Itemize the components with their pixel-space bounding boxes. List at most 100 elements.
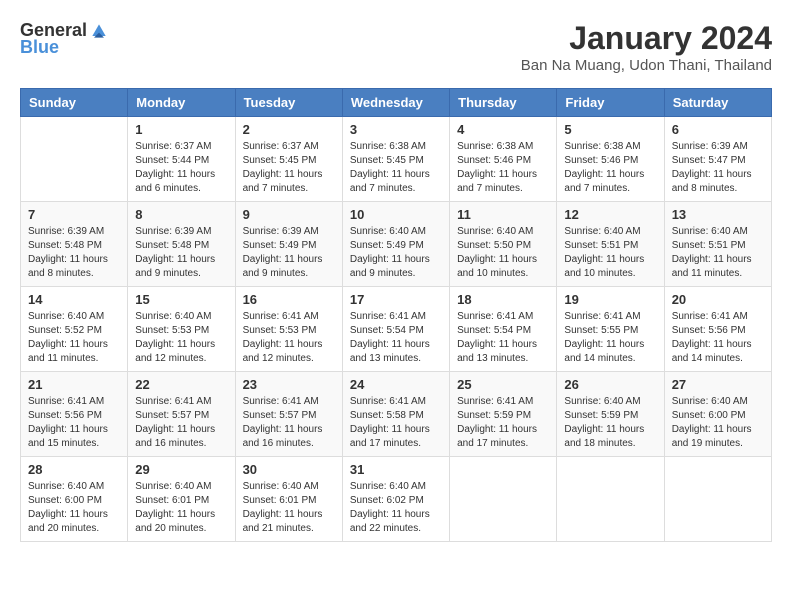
logo-icon xyxy=(89,21,109,41)
day-number: 16 xyxy=(243,292,335,307)
calendar-cell: 9 Sunrise: 6:39 AM Sunset: 5:49 PM Daylig… xyxy=(235,202,342,287)
calendar-cell: 31Sunrise: 6:40 AM Sunset: 6:02 PM Dayli… xyxy=(342,457,449,542)
day-info: Sunrise: 6:41 AM Sunset: 5:59 PM Dayligh… xyxy=(457,395,549,451)
calendar-cell: 21 Sunrise: 6:41 AM Sunset: 5:56 PM Dayli… xyxy=(21,372,128,457)
day-info: Sunrise: 6:40 AM Sunset: 5:53 PM Dayligh… xyxy=(135,310,227,366)
day-info: Sunrise: 6:41 AM Sunset: 5:56 PM Dayligh… xyxy=(672,310,764,366)
calendar-cell: 4Sunrise: 6:38 AM Sunset: 5:46 PM Daylig… xyxy=(450,117,557,202)
day-info: Sunrise: 6:41 AM Sunset: 5:54 PM Dayligh… xyxy=(350,310,442,366)
day-info: Sunrise: 6:38 AM Sunset: 5:45 PM Dayligh… xyxy=(350,140,442,196)
day-number: 12 xyxy=(564,207,656,222)
day-number: 26 xyxy=(564,377,656,392)
day-number: 6 xyxy=(672,122,764,137)
day-info: Sunrise: 6:40 AM Sunset: 6:01 PM Dayligh… xyxy=(135,480,227,536)
day-info: Sunrise: 6:39 AM Sunset: 5:47 PM Dayligh… xyxy=(672,140,764,196)
calendar-day-header: Friday xyxy=(557,89,664,117)
day-info: Sunrise: 6:41 AM Sunset: 5:54 PM Dayligh… xyxy=(457,310,549,366)
day-info: Sunrise: 6:39 AM Sunset: 5:48 PM Dayligh… xyxy=(135,225,227,281)
subtitle: Ban Na Muang, Udon Thani, Thailand xyxy=(521,57,772,74)
page-header: General Blue January 2024 Ban Na Muang, … xyxy=(20,20,772,74)
day-info: Sunrise: 6:41 AM Sunset: 5:58 PM Dayligh… xyxy=(350,395,442,451)
day-info: Sunrise: 6:41 AM Sunset: 5:57 PM Dayligh… xyxy=(243,395,335,451)
day-info: Sunrise: 6:37 AM Sunset: 5:45 PM Dayligh… xyxy=(243,140,335,196)
day-info: Sunrise: 6:38 AM Sunset: 5:46 PM Dayligh… xyxy=(564,140,656,196)
calendar-day-header: Saturday xyxy=(664,89,771,117)
calendar-cell xyxy=(664,457,771,542)
calendar-cell: 15 Sunrise: 6:40 AM Sunset: 5:53 PM Dayli… xyxy=(128,287,235,372)
day-number: 28 xyxy=(28,462,120,477)
calendar-cell: 20 Sunrise: 6:41 AM Sunset: 5:56 PM Dayli… xyxy=(664,287,771,372)
calendar-cell: 16 Sunrise: 6:41 AM Sunset: 5:53 PM Dayli… xyxy=(235,287,342,372)
day-number: 31 xyxy=(350,462,442,477)
logo-text-blue: Blue xyxy=(20,37,59,58)
calendar-week-row: 1 Sunrise: 6:37 AM Sunset: 5:44 PM Daylig… xyxy=(21,117,772,202)
day-number: 4 xyxy=(457,122,549,137)
day-info: Sunrise: 6:40 AM Sunset: 5:50 PM Dayligh… xyxy=(457,225,549,281)
calendar-week-row: 14 Sunrise: 6:40 AM Sunset: 5:52 PM Dayli… xyxy=(21,287,772,372)
day-number: 7 xyxy=(28,207,120,222)
day-number: 18 xyxy=(457,292,549,307)
calendar-cell: 10Sunrise: 6:40 AM Sunset: 5:49 PM Dayli… xyxy=(342,202,449,287)
day-info: Sunrise: 6:40 AM Sunset: 6:00 PM Dayligh… xyxy=(28,480,120,536)
day-number: 24 xyxy=(350,377,442,392)
calendar-cell: 6 Sunrise: 6:39 AM Sunset: 5:47 PM Daylig… xyxy=(664,117,771,202)
calendar-day-header: Thursday xyxy=(450,89,557,117)
day-info: Sunrise: 6:41 AM Sunset: 5:57 PM Dayligh… xyxy=(135,395,227,451)
calendar-cell: 23 Sunrise: 6:41 AM Sunset: 5:57 PM Dayli… xyxy=(235,372,342,457)
day-number: 22 xyxy=(135,377,227,392)
calendar-week-row: 21 Sunrise: 6:41 AM Sunset: 5:56 PM Dayli… xyxy=(21,372,772,457)
calendar-cell: 17Sunrise: 6:41 AM Sunset: 5:54 PM Dayli… xyxy=(342,287,449,372)
day-number: 8 xyxy=(135,207,227,222)
calendar-day-header: Monday xyxy=(128,89,235,117)
calendar-cell: 13Sunrise: 6:40 AM Sunset: 5:51 PM Dayli… xyxy=(664,202,771,287)
day-number: 15 xyxy=(135,292,227,307)
logo: General Blue xyxy=(20,20,109,58)
calendar-cell: 18 Sunrise: 6:41 AM Sunset: 5:54 PM Dayli… xyxy=(450,287,557,372)
day-info: Sunrise: 6:41 AM Sunset: 5:56 PM Dayligh… xyxy=(28,395,120,451)
day-number: 14 xyxy=(28,292,120,307)
calendar-week-row: 7 Sunrise: 6:39 AM Sunset: 5:48 PM Daylig… xyxy=(21,202,772,287)
day-info: Sunrise: 6:41 AM Sunset: 5:55 PM Dayligh… xyxy=(564,310,656,366)
day-info: Sunrise: 6:40 AM Sunset: 5:52 PM Dayligh… xyxy=(28,310,120,366)
day-number: 10 xyxy=(350,207,442,222)
calendar-day-header: Wednesday xyxy=(342,89,449,117)
main-title: January 2024 xyxy=(521,20,772,57)
day-info: Sunrise: 6:37 AM Sunset: 5:44 PM Dayligh… xyxy=(135,140,227,196)
day-info: Sunrise: 6:40 AM Sunset: 6:00 PM Dayligh… xyxy=(672,395,764,451)
calendar-cell: 2 Sunrise: 6:37 AM Sunset: 5:45 PM Daylig… xyxy=(235,117,342,202)
day-number: 25 xyxy=(457,377,549,392)
calendar-cell: 25 Sunrise: 6:41 AM Sunset: 5:59 PM Dayli… xyxy=(450,372,557,457)
day-number: 20 xyxy=(672,292,764,307)
day-number: 5 xyxy=(564,122,656,137)
calendar-cell: 24 Sunrise: 6:41 AM Sunset: 5:58 PM Dayli… xyxy=(342,372,449,457)
day-number: 29 xyxy=(135,462,227,477)
calendar-cell: 28 Sunrise: 6:40 AM Sunset: 6:00 PM Dayli… xyxy=(21,457,128,542)
day-number: 30 xyxy=(243,462,335,477)
day-info: Sunrise: 6:39 AM Sunset: 5:49 PM Dayligh… xyxy=(243,225,335,281)
calendar-table: SundayMondayTuesdayWednesdayThursdayFrid… xyxy=(20,88,772,542)
day-info: Sunrise: 6:39 AM Sunset: 5:48 PM Dayligh… xyxy=(28,225,120,281)
calendar-cell xyxy=(450,457,557,542)
day-number: 1 xyxy=(135,122,227,137)
day-number: 3 xyxy=(350,122,442,137)
day-number: 21 xyxy=(28,377,120,392)
calendar-cell: 3 Sunrise: 6:38 AM Sunset: 5:45 PM Daylig… xyxy=(342,117,449,202)
day-number: 2 xyxy=(243,122,335,137)
day-number: 19 xyxy=(564,292,656,307)
calendar-cell: 19 Sunrise: 6:41 AM Sunset: 5:55 PM Dayli… xyxy=(557,287,664,372)
calendar-cell: 12 Sunrise: 6:40 AM Sunset: 5:51 PM Dayli… xyxy=(557,202,664,287)
calendar-cell: 27Sunrise: 6:40 AM Sunset: 6:00 PM Dayli… xyxy=(664,372,771,457)
calendar-cell xyxy=(557,457,664,542)
day-number: 23 xyxy=(243,377,335,392)
day-number: 9 xyxy=(243,207,335,222)
calendar-cell: 8 Sunrise: 6:39 AM Sunset: 5:48 PM Daylig… xyxy=(128,202,235,287)
day-number: 11 xyxy=(457,207,549,222)
calendar-cell: 22 Sunrise: 6:41 AM Sunset: 5:57 PM Dayli… xyxy=(128,372,235,457)
calendar-day-header: Sunday xyxy=(21,89,128,117)
day-info: Sunrise: 6:40 AM Sunset: 5:51 PM Dayligh… xyxy=(564,225,656,281)
day-info: Sunrise: 6:41 AM Sunset: 5:53 PM Dayligh… xyxy=(243,310,335,366)
calendar-cell: 7 Sunrise: 6:39 AM Sunset: 5:48 PM Daylig… xyxy=(21,202,128,287)
calendar-cell: 5 Sunrise: 6:38 AM Sunset: 5:46 PM Daylig… xyxy=(557,117,664,202)
calendar-cell xyxy=(21,117,128,202)
day-number: 13 xyxy=(672,207,764,222)
